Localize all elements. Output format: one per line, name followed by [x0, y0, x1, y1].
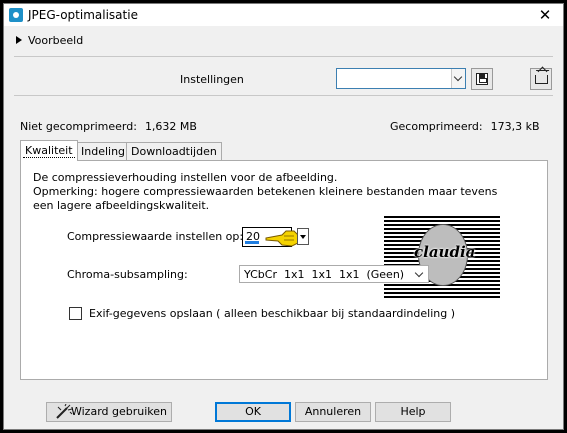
chevron-down-icon	[414, 268, 424, 278]
chroma-value: YCbCr 1x1 1x1 1x1 (Geen)	[244, 268, 405, 281]
floppy-disk-icon	[476, 73, 488, 85]
compressed-size: Gecomprimeerd: 173,3 kB	[390, 120, 540, 133]
load-preset-button[interactable]	[530, 68, 552, 90]
uncompressed-value: 1,632 MB	[144, 120, 197, 133]
logo-text: claudia	[414, 243, 476, 261]
chevron-down-icon[interactable]	[451, 69, 465, 88]
jpeg-app-icon	[9, 8, 23, 22]
compressed-value: 173,3 kB	[490, 120, 540, 133]
chroma-label: Chroma-subsampling:	[67, 268, 188, 281]
quality-note-line1: Opmerking: hogere compressiewaarden bete…	[33, 185, 498, 198]
exif-checkbox[interactable]	[69, 307, 82, 320]
jpeg-optimizer-dialog: JPEG-optimalisatie ✕ Voorbeeld Instellin…	[3, 3, 564, 430]
compression-dropdown-button[interactable]	[297, 228, 309, 245]
window-title: JPEG-optimalisatie	[28, 8, 138, 22]
settings-preset-combo[interactable]	[336, 68, 466, 89]
compressed-label: Gecomprimeerd:	[390, 120, 483, 133]
magic-wand-icon	[56, 404, 73, 419]
preview-toggle[interactable]: Voorbeeld	[16, 34, 83, 47]
ok-button[interactable]: OK	[215, 402, 291, 422]
load-preset-icon	[535, 75, 548, 84]
wizard-label: Wizard gebruiken	[70, 405, 167, 418]
tab-quality[interactable]: Kwaliteit	[20, 140, 78, 161]
wizard-button[interactable]: Wizard gebruiken	[46, 402, 172, 422]
tab-download-times[interactable]: Downloadtijden	[126, 142, 222, 160]
uncompressed-label: Niet gecomprimeerd:	[20, 120, 137, 133]
tab-format[interactable]: Indeling	[76, 142, 131, 160]
claudia-watermark-logo: claudia	[384, 216, 500, 298]
compression-label: Compressiewaarde instellen op:	[67, 230, 244, 243]
compression-slider-bar[interactable]	[245, 241, 259, 244]
settings-label: Instellingen	[180, 73, 244, 86]
quality-panel: De compressieverhouding instellen voor d…	[20, 160, 548, 380]
exif-label[interactable]: Exif-gegevens opslaan ( alleen beschikba…	[89, 307, 455, 320]
quality-note-line2: een lagere afbeeldingskwaliteit.	[33, 199, 210, 212]
triangle-right-icon	[16, 36, 22, 44]
preview-label: Voorbeeld	[28, 34, 84, 47]
save-preset-button[interactable]	[471, 68, 493, 90]
uncompressed-size: Niet gecomprimeerd: 1,632 MB	[20, 120, 197, 133]
close-button[interactable]: ✕	[537, 6, 553, 24]
divider	[14, 95, 553, 96]
chroma-subsampling-select[interactable]: YCbCr 1x1 1x1 1x1 (Geen)	[239, 265, 429, 283]
title-bar: JPEG-optimalisatie ✕	[4, 4, 563, 26]
cancel-button[interactable]: Annuleren	[295, 402, 371, 422]
divider	[14, 56, 553, 57]
quality-description: De compressieverhouding instellen voor d…	[33, 171, 338, 184]
help-button[interactable]: Help	[375, 402, 451, 422]
